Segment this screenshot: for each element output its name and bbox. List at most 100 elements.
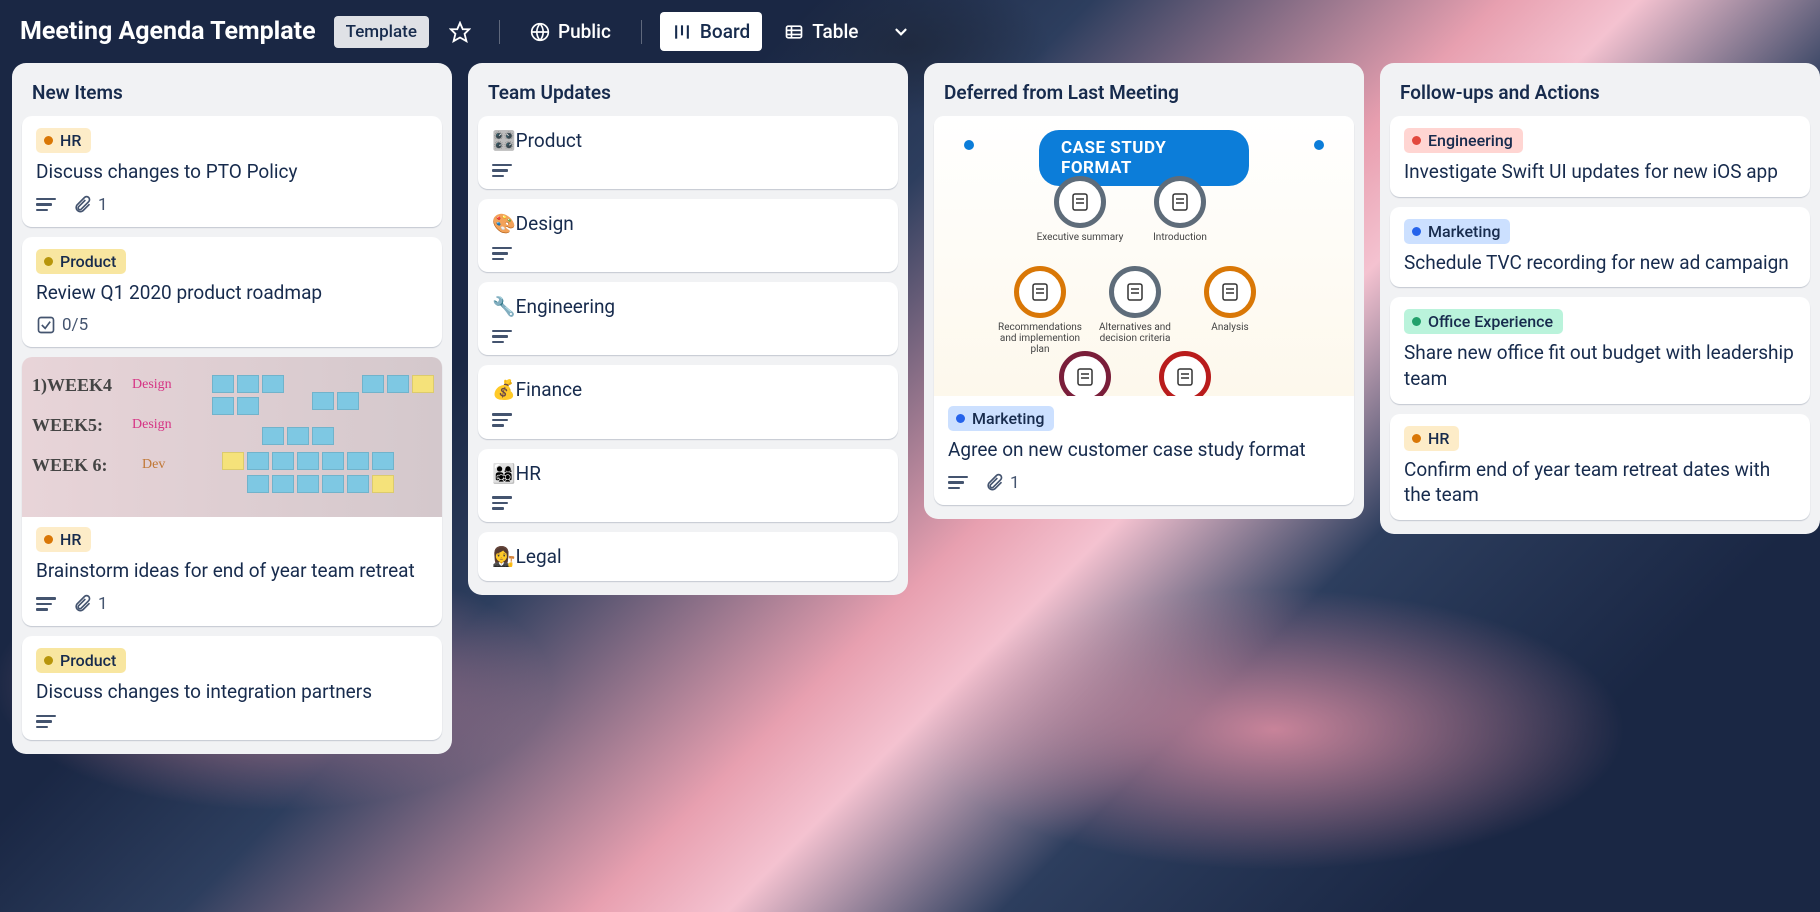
card-label[interactable]: HR — [1404, 426, 1459, 451]
description-badge — [36, 597, 56, 611]
description-badge — [492, 413, 512, 427]
card-title: Investigate Swift UI updates for new iOS… — [1404, 159, 1796, 185]
card[interactable]: 👨‍👩‍👧‍👦HR — [478, 449, 898, 522]
card[interactable]: Engineering Investigate Swift UI updates … — [1390, 116, 1810, 197]
card[interactable]: 🎨Design — [478, 199, 898, 272]
card-title: Discuss changes to PTO Policy — [36, 159, 428, 185]
card-label[interactable]: Marketing — [1404, 219, 1510, 244]
table-icon — [784, 22, 804, 42]
description-badge — [36, 715, 56, 729]
card-title: 🎛️Product — [492, 128, 884, 154]
card-title: Share new office fit out budget with lea… — [1404, 340, 1796, 391]
label-text: HR — [60, 530, 81, 549]
view-switcher-button[interactable] — [880, 15, 922, 49]
card-label[interactable]: Marketing — [948, 406, 1054, 431]
card-title: 💰Finance — [492, 377, 884, 403]
card-label[interactable]: Office Experience — [1404, 309, 1563, 334]
card[interactable]: 1)WEEK4DesignWEEK5:DesignWEEK 6:Dev HR Bra… — [22, 357, 442, 626]
card-label[interactable]: Product — [36, 249, 126, 274]
description-badge — [36, 198, 56, 212]
card-title: Discuss changes to integration partners — [36, 679, 428, 705]
description-badge — [492, 496, 512, 510]
table-view-button[interactable]: Table — [772, 12, 870, 51]
board-view-label: Board — [700, 20, 750, 43]
globe-icon — [530, 22, 550, 42]
card-label[interactable]: Product — [36, 648, 126, 673]
board-view-button[interactable]: Board — [660, 12, 762, 51]
description-icon — [492, 247, 512, 261]
card-title: Brainstorm ideas for end of year team re… — [36, 558, 428, 584]
list[interactable]: New Items HR Discuss changes to PTO Policy… — [12, 63, 452, 754]
attachment-badge: 1 — [72, 195, 108, 215]
label-text: Product — [60, 252, 116, 271]
label-text: Marketing — [972, 409, 1044, 428]
label-text: Engineering — [1428, 131, 1513, 150]
list-title[interactable]: Follow-ups and Actions — [1390, 75, 1810, 116]
card-title: Schedule TVC recording for new ad campai… — [1404, 250, 1796, 276]
card-title: 👩‍⚖️Legal — [492, 544, 884, 570]
card[interactable]: Product Discuss changes to integration pa… — [22, 636, 442, 740]
description-badge — [492, 164, 512, 178]
list[interactable]: Team Updates 🎛️Product 🎨Design 🔧Engineering… — [468, 63, 908, 595]
description-icon — [492, 164, 512, 178]
card[interactable]: 💰Finance — [478, 365, 898, 438]
card[interactable]: 🎛️Product — [478, 116, 898, 189]
list-title[interactable]: Team Updates — [478, 75, 898, 116]
card-title: 🎨Design — [492, 211, 884, 237]
description-icon — [36, 198, 56, 212]
public-button[interactable]: Public — [518, 12, 623, 51]
label-text: HR — [1428, 429, 1449, 448]
attachment-badge: 1 — [984, 473, 1020, 493]
attachment-icon — [72, 195, 92, 215]
label-text: Product — [60, 651, 116, 670]
list-title[interactable]: New Items — [22, 75, 442, 116]
description-badge — [948, 476, 968, 490]
attachment-badge: 1 — [72, 594, 108, 614]
label-text: Marketing — [1428, 222, 1500, 241]
card-label[interactable]: Engineering — [1404, 128, 1523, 153]
card-label[interactable]: HR — [36, 527, 91, 552]
list[interactable]: Follow-ups and Actions Engineering Investi… — [1380, 63, 1820, 534]
description-icon — [492, 496, 512, 510]
chevron-down-icon — [892, 23, 910, 41]
description-icon — [492, 413, 512, 427]
card[interactable]: 🔧Engineering — [478, 282, 898, 355]
card[interactable]: HR Confirm end of year team retreat dates… — [1390, 414, 1810, 520]
label-text: Office Experience — [1428, 312, 1553, 331]
card-title: Agree on new customer case study format — [948, 437, 1340, 463]
public-label: Public — [558, 20, 611, 43]
divider — [641, 20, 642, 44]
description-icon — [492, 330, 512, 344]
card[interactable]: 👩‍⚖️Legal — [478, 532, 898, 582]
description-badge — [492, 247, 512, 261]
card[interactable]: HR Discuss changes to PTO Policy 1 — [22, 116, 442, 227]
card-cover-image: 1)WEEK4DesignWEEK5:DesignWEEK 6:Dev — [22, 357, 442, 517]
board-header: Meeting Agenda Template Template Public … — [0, 0, 1820, 63]
divider — [499, 20, 500, 44]
card[interactable]: Marketing Schedule TVC recording for new … — [1390, 207, 1810, 288]
card-title: Review Q1 2020 product roadmap — [36, 280, 428, 306]
list-title[interactable]: Deferred from Last Meeting — [934, 75, 1354, 116]
description-badge — [492, 330, 512, 344]
template-badge[interactable]: Template — [334, 16, 429, 48]
list[interactable]: Deferred from Last MeetingCASE STUDY FOR… — [924, 63, 1364, 519]
board-icon — [672, 22, 692, 42]
description-icon — [948, 476, 968, 490]
label-text: HR — [60, 131, 81, 150]
attachment-icon — [72, 594, 92, 614]
checklist-badge: 0/5 — [36, 315, 88, 335]
card-label[interactable]: HR — [36, 128, 91, 153]
card[interactable]: Office Experience Share new office fit ou… — [1390, 297, 1810, 403]
description-icon — [36, 715, 56, 729]
table-view-label: Table — [812, 20, 858, 43]
attachment-icon — [984, 473, 1004, 493]
card[interactable]: Product Review Q1 2020 product roadmap 0/5 — [22, 237, 442, 348]
board-title[interactable]: Meeting Agenda Template — [20, 17, 316, 46]
board: New Items HR Discuss changes to PTO Policy… — [0, 63, 1820, 754]
description-icon — [36, 597, 56, 611]
card-title: 🔧Engineering — [492, 294, 884, 320]
star-button[interactable] — [439, 13, 481, 51]
card-cover-diagram: CASE STUDY FORMATExecutive summaryIntrod… — [934, 116, 1354, 396]
card[interactable]: CASE STUDY FORMATExecutive summaryIntrod… — [934, 116, 1354, 505]
card-title: Confirm end of year team retreat dates w… — [1404, 457, 1796, 508]
